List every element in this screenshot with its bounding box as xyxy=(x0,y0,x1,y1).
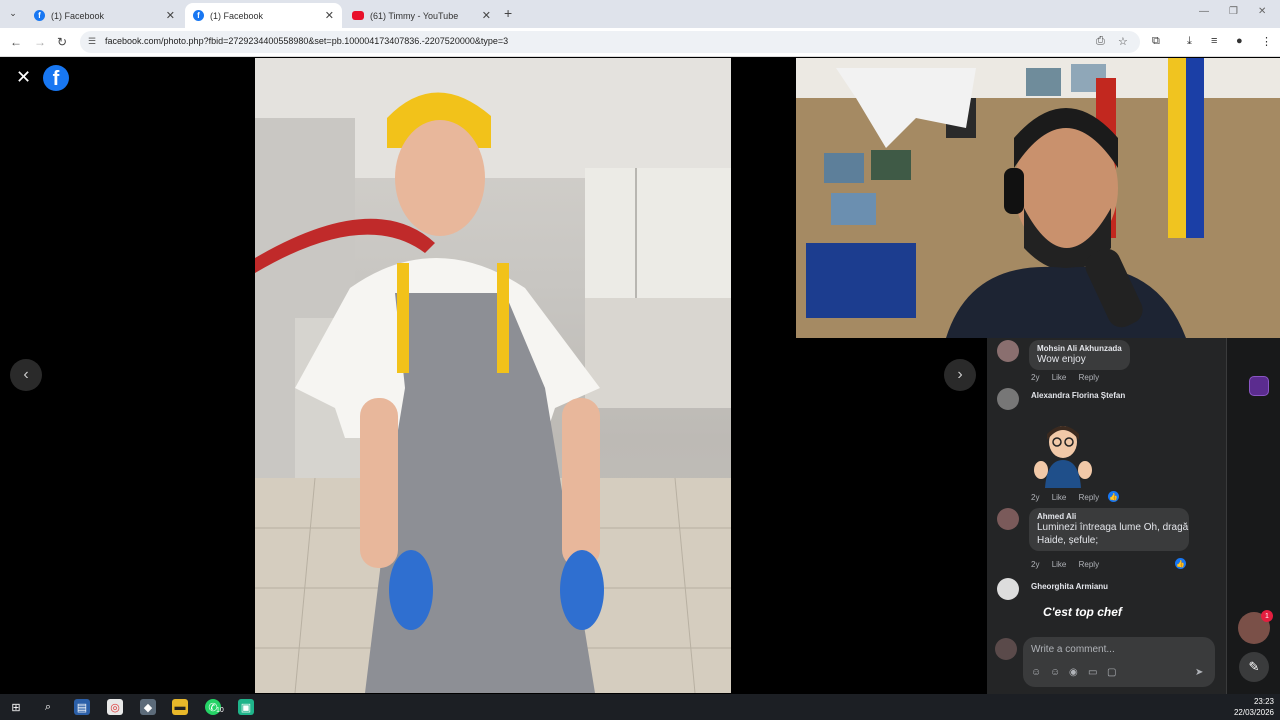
app-icon[interactable]: ◆ xyxy=(140,699,156,715)
avatar[interactable] xyxy=(995,638,1017,660)
avatar[interactable] xyxy=(997,578,1019,600)
next-photo-button[interactable]: › xyxy=(944,359,976,391)
photo xyxy=(255,58,731,693)
tab-label: (61) Timmy - YouTube xyxy=(370,10,459,21)
facebook-icon: f xyxy=(34,10,45,21)
like-reaction-icon[interactable]: 👍 xyxy=(1175,558,1186,569)
photo-illustration xyxy=(255,58,731,693)
clock-time: 23:23 xyxy=(1253,697,1274,706)
new-tab-button[interactable]: + xyxy=(504,5,512,21)
comment-text: Haide, șefule; xyxy=(1037,535,1099,546)
app-icon[interactable]: ▣ xyxy=(238,699,254,715)
comment-time[interactable]: 2y xyxy=(1031,493,1039,502)
forward-button[interactable]: → xyxy=(34,35,46,49)
url-text[interactable]: facebook.com/photo.php?fbid=272923440055… xyxy=(105,36,508,46)
download-icon[interactable]: ⤓ xyxy=(1187,35,1192,48)
restore-icon[interactable]: ❐ xyxy=(1229,6,1238,17)
notification-badge: 1 xyxy=(1261,610,1273,622)
like-link[interactable]: Like xyxy=(1052,560,1067,569)
close-window-icon[interactable]: ✕ xyxy=(1258,6,1266,17)
close-tab-icon[interactable]: ✕ xyxy=(325,9,334,22)
toolbar: ← → ↻ ☰ facebook.com/photo.php?fbid=2729… xyxy=(0,28,1280,57)
close-tab-icon[interactable]: ✕ xyxy=(482,9,491,22)
minimize-icon[interactable]: — xyxy=(1199,6,1209,17)
sticker-icon[interactable]: ▢ xyxy=(1107,667,1116,678)
previous-photo-button[interactable]: ‹ xyxy=(10,359,42,391)
comment-bubble: Ahmed Ali Luminezi întreaga lume Oh, dra… xyxy=(1029,508,1189,551)
avatar[interactable] xyxy=(997,388,1019,410)
comment-actions: 2y Like Reply xyxy=(1031,560,1109,569)
gif-icon[interactable]: ▭ xyxy=(1088,667,1097,678)
avatar[interactable] xyxy=(997,340,1019,362)
comment-time[interactable]: 2y xyxy=(1031,373,1039,382)
back-button[interactable]: ← xyxy=(10,35,22,49)
facebook-logo[interactable]: f xyxy=(43,65,69,91)
comment-text: Wow enjoy xyxy=(1037,354,1086,365)
taskbar: ⊞ ⌕ ▤ ◎ ◆ ▬ ✆ 10 ▣ 23:23 22/03/2026 xyxy=(0,694,1280,720)
send-icon[interactable]: ➤ xyxy=(1195,667,1203,678)
comment-author[interactable]: Ahmed Ali xyxy=(1037,512,1181,521)
comment-input[interactable]: Write a comment... ☺ ☺ ◉ ▭ ▢ ➤ xyxy=(1023,637,1215,687)
comment-placeholder: Write a comment... xyxy=(1031,644,1115,655)
address-bar[interactable]: ☰ facebook.com/photo.php?fbid=2729234400… xyxy=(80,31,1140,53)
reply-link[interactable]: Reply xyxy=(1079,493,1099,502)
comment-actions: 2y Like Reply xyxy=(1031,373,1109,382)
app-icon[interactable]: ▤ xyxy=(74,699,90,715)
tab-label: (1) Facebook xyxy=(210,10,264,21)
comment-text: Luminezi întreaga lume Oh, dragă xyxy=(1037,522,1189,533)
comment-bubble: Mohsin Ali Akhunzada Wow enjoy xyxy=(1029,340,1130,370)
extensions-icon[interactable]: ⧉ xyxy=(1152,35,1160,48)
reading-list-icon[interactable]: ≡ xyxy=(1211,35,1217,47)
clock-date: 22/03/2026 xyxy=(1233,708,1274,717)
reply-link[interactable]: Reply xyxy=(1079,373,1099,382)
tab-search-button[interactable]: ⌄ xyxy=(5,5,21,21)
camera-icon[interactable]: ◉ xyxy=(1069,667,1078,678)
new-message-button[interactable]: ✎ xyxy=(1239,652,1269,682)
tab-facebook-2[interactable]: f (1) Facebook ✕ xyxy=(185,3,342,28)
whatsapp-badge: 10 xyxy=(216,707,224,714)
reply-link[interactable]: Reply xyxy=(1079,560,1099,569)
clock[interactable]: 23:23 22/03/2026 xyxy=(1234,696,1274,718)
comment-actions: 2y Like Reply xyxy=(1031,493,1109,502)
site-settings-icon[interactable]: ☰ xyxy=(88,36,96,47)
reload-button[interactable]: ↻ xyxy=(57,35,67,49)
menu-icon[interactable]: ⋮ xyxy=(1261,35,1272,48)
comment-author[interactable]: Gheorghita Armianu xyxy=(1031,582,1108,591)
avatar[interactable] xyxy=(997,508,1019,530)
profile-icon[interactable]: ● xyxy=(1236,35,1243,47)
emoji-icon[interactable]: ☺ xyxy=(1050,667,1060,678)
webcam-illustration xyxy=(796,58,1280,338)
comment-composer: Write a comment... ☺ ☺ ◉ ▭ ▢ ➤ xyxy=(995,637,1215,689)
tab-facebook-1[interactable]: f (1) Facebook ✕ xyxy=(26,3,183,28)
close-icon[interactable]: ✕ xyxy=(16,67,31,88)
comment-time[interactable]: 2y xyxy=(1031,560,1039,569)
like-link[interactable]: Like xyxy=(1052,493,1067,502)
right-rail: 1 ✎ xyxy=(1226,338,1280,694)
comment-author[interactable]: Mohsin Ali Akhunzada xyxy=(1037,344,1122,353)
avatar-sticker-icon[interactable]: ☺ xyxy=(1031,667,1041,678)
windows-start-icon[interactable]: ⊞ xyxy=(8,699,24,715)
facebook-icon: f xyxy=(193,10,204,21)
tab-youtube[interactable]: (61) Timmy - YouTube ✕ xyxy=(344,3,499,28)
chrome-icon[interactable]: ◎ xyxy=(107,699,123,715)
like-reaction-icon[interactable]: 👍 xyxy=(1108,491,1119,502)
file-explorer-icon[interactable]: ▬ xyxy=(172,699,188,715)
media-icon[interactable] xyxy=(1249,376,1269,396)
like-link[interactable]: Like xyxy=(1052,373,1067,382)
webcam-overlay xyxy=(796,58,1280,338)
youtube-icon xyxy=(352,11,364,20)
bookmark-star-icon[interactable]: ☆ xyxy=(1118,35,1128,48)
install-app-icon[interactable]: ⎙ xyxy=(1096,35,1105,48)
close-tab-icon[interactable]: ✕ xyxy=(166,9,175,22)
sticker-text: C'est top chef xyxy=(1043,605,1122,619)
search-icon[interactable]: ⌕ xyxy=(40,699,56,715)
comment-author[interactable]: Alexandra Florina Ștefan xyxy=(1031,391,1125,400)
tab-strip: ⌄ f (1) Facebook ✕ f (1) Facebook ✕ (61)… xyxy=(0,0,1280,28)
thumbs-up-sticker xyxy=(1034,426,1092,488)
tab-label: (1) Facebook xyxy=(51,10,105,21)
